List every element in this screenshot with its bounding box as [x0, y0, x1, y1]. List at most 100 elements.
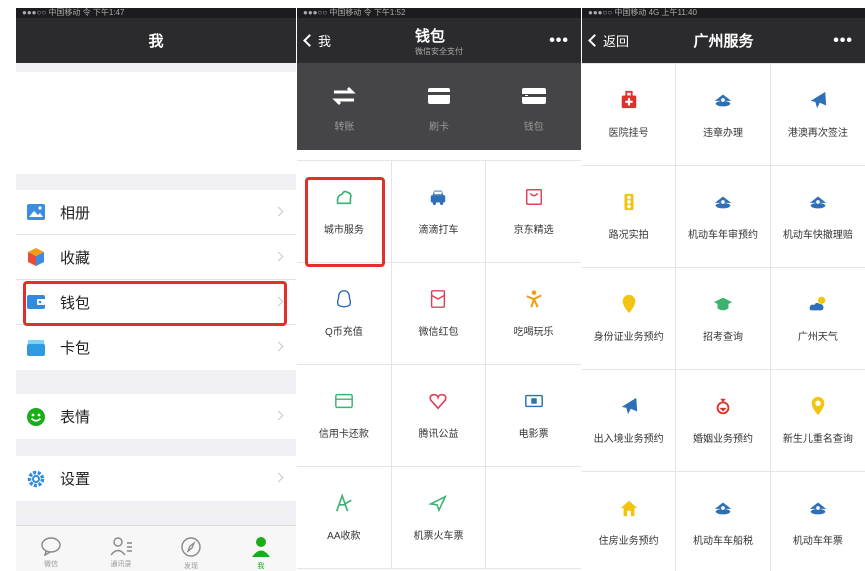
service-tile-food-fun[interactable]: 吃喝玩乐: [486, 263, 581, 365]
tab-label: 我: [257, 563, 265, 570]
back-button[interactable]: 我: [303, 31, 331, 50]
service-label: 微信红包: [418, 327, 459, 338]
bottom-tab-bar: 微信 通讯录 发现 我: [16, 525, 296, 571]
city-service-icon: [334, 187, 354, 207]
charity-heart-icon: [428, 391, 448, 411]
service-tile-plane-ticket[interactable]: 机票火车票: [391, 467, 487, 569]
chevron-right-icon: [273, 296, 284, 307]
weather-icon: [808, 294, 828, 314]
police-badge-icon: [713, 90, 733, 110]
service-label: 违章办理: [702, 128, 743, 139]
service-label: 医院挂号: [608, 128, 649, 139]
police-badge-icon: [713, 192, 733, 212]
service-tile-police-badge[interactable]: 机动车快撤理赔: [770, 166, 865, 268]
hospital-icon: [619, 90, 639, 110]
traffic-light-icon: [619, 192, 639, 212]
tab-me[interactable]: 我: [236, 536, 286, 571]
service-label: 城市服务: [323, 225, 364, 236]
nav-bar: 返回 广州服务 •••: [582, 18, 865, 63]
menu-item-label: 表情: [60, 409, 91, 426]
service-tile-marriage[interactable]: 婚姻业务预约: [676, 370, 771, 472]
service-label: 新生儿重名查询: [782, 434, 853, 445]
chevron-right-icon: [273, 410, 284, 421]
service-tile-aa-payment[interactable]: AA收款: [297, 467, 392, 569]
tab-discover[interactable]: 发现: [166, 536, 216, 571]
transfer-button[interactable]: 转账: [309, 86, 379, 133]
service-tile-qq-penguin[interactable]: Q币充值: [297, 263, 392, 365]
photo-album-icon: [26, 202, 46, 222]
service-tile-baby-pin[interactable]: 新生儿重名查询: [770, 370, 865, 472]
service-tile-police-badge[interactable]: 机动车年票: [771, 472, 865, 571]
chevron-left-icon: [588, 34, 601, 47]
menu-group-settings: 设置: [16, 456, 296, 501]
menu-item-label: 设置: [60, 471, 91, 488]
transfer-icon: [332, 86, 356, 106]
service-tile-police-badge[interactable]: 机动车车船税: [676, 472, 771, 571]
nav-bar: 我 钱包 微信安全支付 •••: [297, 18, 581, 63]
service-label: 吃喝玩乐: [513, 327, 554, 338]
page-subtitle: 微信安全支付: [415, 46, 463, 56]
favorites-cube-icon: [26, 247, 46, 267]
more-button[interactable]: •••: [833, 32, 853, 50]
menu-item-card-pack[interactable]: 卡包: [16, 325, 296, 370]
page-title: 我: [148, 33, 164, 50]
action-label: 刷卡: [428, 122, 449, 133]
wallet-balance-button[interactable]: 钱包: [499, 86, 569, 133]
marriage-icon: [713, 396, 733, 416]
service-label: 出入境业务预约: [593, 434, 664, 445]
service-label: 信用卡还款: [318, 429, 369, 440]
service-tile-jd-bag[interactable]: 京东精选: [486, 161, 581, 263]
service-label: 京东精选: [513, 225, 554, 236]
tab-contacts[interactable]: 通讯录: [96, 536, 146, 569]
credit-card-icon: [334, 391, 354, 411]
service-tile-police-badge[interactable]: 违章办理: [676, 64, 771, 166]
service-tile-taxi[interactable]: 滴滴打车: [391, 161, 487, 263]
service-label: 路况实拍: [608, 230, 649, 241]
menu-item-emoji[interactable]: 表情: [16, 394, 296, 439]
me-person-icon: [252, 537, 270, 557]
city-service-grid: 医院挂号 违章办理 港澳再次签注路况实拍 机动车年审预约 机动车快撤理赔 身份证业务预约 招…: [582, 63, 865, 571]
tab-chats[interactable]: 微信: [26, 536, 76, 569]
service-tile-charity-heart[interactable]: 腾讯公益: [391, 365, 487, 467]
service-tile-credit-card[interactable]: 信用卡还款: [297, 365, 392, 467]
tab-label: 通讯录: [110, 561, 132, 568]
service-tile-house[interactable]: 住房业务预约: [582, 472, 677, 571]
action-label: 钱包: [523, 122, 544, 133]
more-button[interactable]: •••: [549, 32, 569, 50]
service-tile-city-service[interactable]: 城市服务: [297, 161, 392, 263]
service-tile-traffic-light[interactable]: 路况实拍: [582, 166, 677, 268]
settings-gear-icon: [26, 469, 46, 489]
aa-payment-icon: [334, 493, 354, 513]
service-tile-airplane[interactable]: 港澳再次签注: [770, 64, 865, 166]
tab-label: 发现: [184, 563, 198, 570]
menu-item-album[interactable]: 相册: [16, 190, 296, 235]
service-tile-hospital[interactable]: 医院挂号: [582, 64, 677, 166]
police-badge-icon: [808, 192, 828, 212]
page-title: 广州服务: [693, 33, 754, 50]
back-button[interactable]: 返回: [588, 31, 629, 50]
service-tile-weather[interactable]: 广州天气: [770, 268, 865, 370]
contacts-icon: [110, 537, 132, 556]
service-label: 机动车车船税: [692, 536, 753, 547]
menu-item-favorites[interactable]: 收藏: [16, 235, 296, 280]
wallet-icon: [26, 292, 46, 312]
chevron-right-icon: [273, 341, 284, 352]
me-screen: ●●●○○ 中国移动 令 下午1:47 我 相册 收藏 钱包 卡包 表情 设置 …: [16, 8, 296, 571]
service-label: 腾讯公益: [418, 429, 459, 440]
swipe-card-button[interactable]: 刷卡: [404, 86, 474, 133]
menu-item-wallet[interactable]: 钱包: [16, 280, 296, 325]
service-tile-police-badge[interactable]: 机动车年审预约: [676, 166, 771, 268]
service-tile-movie-ticket[interactable]: 电影票: [486, 365, 581, 467]
profile-card[interactable]: [16, 72, 296, 174]
city-service-screen: ●●●○○ 中国移动 4G 上午11:40 返回 广州服务 ••• 医院挂号 违章…: [582, 8, 865, 571]
service-tile-graduation-cap[interactable]: 招考查询: [676, 268, 771, 370]
police-badge-icon: [713, 498, 733, 518]
house-icon: [619, 498, 639, 518]
service-tile-airplane[interactable]: 出入境业务预约: [582, 370, 677, 472]
service-label: 电影票: [518, 429, 549, 440]
service-tile-red-envelope[interactable]: 微信红包: [391, 263, 487, 365]
service-tile-id-pin[interactable]: 身份证业务预约: [582, 268, 677, 370]
service-label: 滴滴打车: [418, 225, 459, 236]
menu-group-emoji: 表情: [16, 394, 296, 439]
menu-item-settings[interactable]: 设置: [16, 456, 296, 501]
